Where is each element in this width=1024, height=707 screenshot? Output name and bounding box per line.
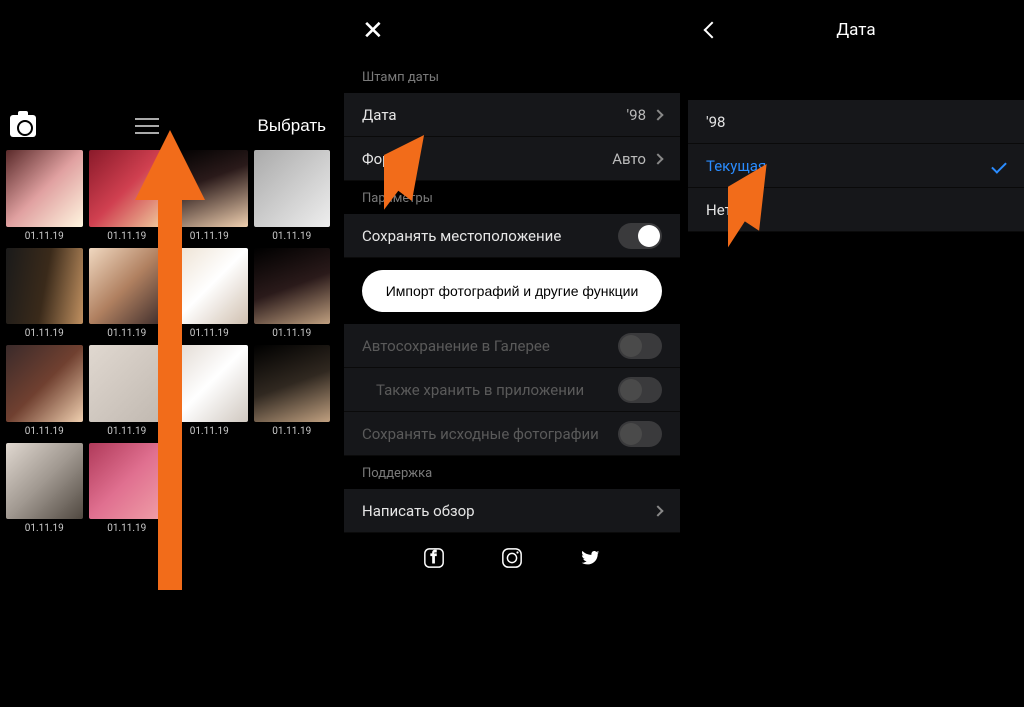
thumbnail[interactable]: 01.11.19 xyxy=(89,443,166,535)
save-original-label: Сохранять исходные фотографии xyxy=(362,425,599,443)
thumbnail[interactable]: 01.11.19 xyxy=(89,248,166,340)
checkmark-icon xyxy=(991,158,1007,174)
chevron-right-icon xyxy=(652,109,663,120)
thumb-date-label: 01.11.19 xyxy=(107,426,146,437)
menu-icon[interactable] xyxy=(135,118,159,134)
thumb-date-label: 01.11.19 xyxy=(25,231,64,242)
date-select-header: Дата xyxy=(688,0,1024,60)
date-row[interactable]: Дата '98 xyxy=(344,93,680,137)
thumbnail[interactable]: 01.11.19 xyxy=(89,345,166,437)
date-option-none[interactable]: Нет xyxy=(688,188,1024,232)
also-store-label: Также хранить в приложении xyxy=(362,381,584,399)
thumbnail[interactable]: 01.11.19 xyxy=(6,248,83,340)
autosave-label: Автосохранение в Галерее xyxy=(362,337,550,355)
date-select-screen: Дата '98 Текущая Нет xyxy=(688,0,1024,707)
date-option-label: '98 xyxy=(706,113,725,131)
date-option-label: Текущая xyxy=(706,157,766,175)
autosave-toggle[interactable] xyxy=(618,333,662,359)
date-row-label: Дата xyxy=(362,106,397,124)
thumbnail[interactable]: 01.11.19 xyxy=(171,150,248,242)
chevron-right-icon xyxy=(652,153,663,164)
format-row-value: Авто xyxy=(612,150,646,168)
thumb-date-label: 01.11.19 xyxy=(190,426,229,437)
thumb-date-label: 01.11.19 xyxy=(25,523,64,534)
format-row[interactable]: Формат Авто xyxy=(344,137,680,181)
date-select-title: Дата xyxy=(836,20,875,40)
save-location-label: Сохранять местоположение xyxy=(362,227,561,245)
thumbnail-grid: 01.11.19 01.11.19 01.11.19 01.11.19 01.1… xyxy=(6,150,330,534)
thumbnail[interactable]: 01.11.19 xyxy=(254,345,331,437)
format-row-label: Формат xyxy=(362,150,417,168)
save-original-toggle[interactable] xyxy=(618,421,662,447)
facebook-icon[interactable] xyxy=(423,547,445,573)
thumb-date-label: 01.11.19 xyxy=(272,231,311,242)
instagram-icon[interactable] xyxy=(501,547,523,573)
date-row-value: '98 xyxy=(627,106,646,124)
thumbnail[interactable]: 01.11.19 xyxy=(6,345,83,437)
autosave-row[interactable]: Автосохранение в Галерее xyxy=(344,324,680,368)
thumbnail[interactable]: 01.11.19 xyxy=(6,150,83,242)
thumbnail[interactable]: 01.11.19 xyxy=(89,150,166,242)
thumb-date-label: 01.11.19 xyxy=(107,523,146,534)
twitter-icon[interactable] xyxy=(579,547,601,573)
date-option-98[interactable]: '98 xyxy=(688,100,1024,144)
thumb-date-label: 01.11.19 xyxy=(25,328,64,339)
date-option-label: Нет xyxy=(706,201,732,219)
gallery-screen: Выбрать 01.11.19 01.11.19 01.11.19 01.11… xyxy=(0,0,336,707)
back-icon[interactable] xyxy=(704,22,721,39)
date-option-current[interactable]: Текущая xyxy=(688,144,1024,188)
thumbnail[interactable]: 01.11.19 xyxy=(6,443,83,535)
section-label-params: Параметры xyxy=(344,181,680,214)
thumbnail[interactable]: 01.11.19 xyxy=(171,345,248,437)
thumbnail[interactable]: 01.11.19 xyxy=(254,150,331,242)
select-button[interactable]: Выбрать xyxy=(258,116,326,136)
thumb-date-label: 01.11.19 xyxy=(272,426,311,437)
save-original-row[interactable]: Сохранять исходные фотографии xyxy=(344,412,680,456)
settings-screen: ✕ Штамп даты Дата '98 Формат Авто Параме… xyxy=(344,0,680,707)
thumb-date-label: 01.11.19 xyxy=(107,328,146,339)
thumb-date-label: 01.11.19 xyxy=(190,231,229,242)
import-photos-button[interactable]: Импорт фотографий и другие функции xyxy=(362,270,662,312)
thumb-date-label: 01.11.19 xyxy=(25,426,64,437)
section-label-support: Поддержка xyxy=(344,456,680,489)
social-row xyxy=(344,533,680,573)
thumb-date-label: 01.11.19 xyxy=(272,328,311,339)
write-review-label: Написать обзор xyxy=(362,502,475,520)
close-icon[interactable]: ✕ xyxy=(362,17,384,43)
save-location-row[interactable]: Сохранять местоположение xyxy=(344,214,680,258)
thumb-date-label: 01.11.19 xyxy=(107,231,146,242)
section-label-date-stamp: Штамп даты xyxy=(344,60,680,93)
settings-header: ✕ xyxy=(344,0,680,60)
camera-icon[interactable] xyxy=(10,115,36,137)
gallery-header: Выбрать xyxy=(0,108,336,144)
thumbnail[interactable]: 01.11.19 xyxy=(171,248,248,340)
also-store-toggle[interactable] xyxy=(618,377,662,403)
thumb-date-label: 01.11.19 xyxy=(190,328,229,339)
thumbnail[interactable]: 01.11.19 xyxy=(254,248,331,340)
write-review-row[interactable]: Написать обзор xyxy=(344,489,680,533)
chevron-right-icon xyxy=(652,505,663,516)
also-store-row[interactable]: Также хранить в приложении xyxy=(344,368,680,412)
save-location-toggle[interactable] xyxy=(618,223,662,249)
